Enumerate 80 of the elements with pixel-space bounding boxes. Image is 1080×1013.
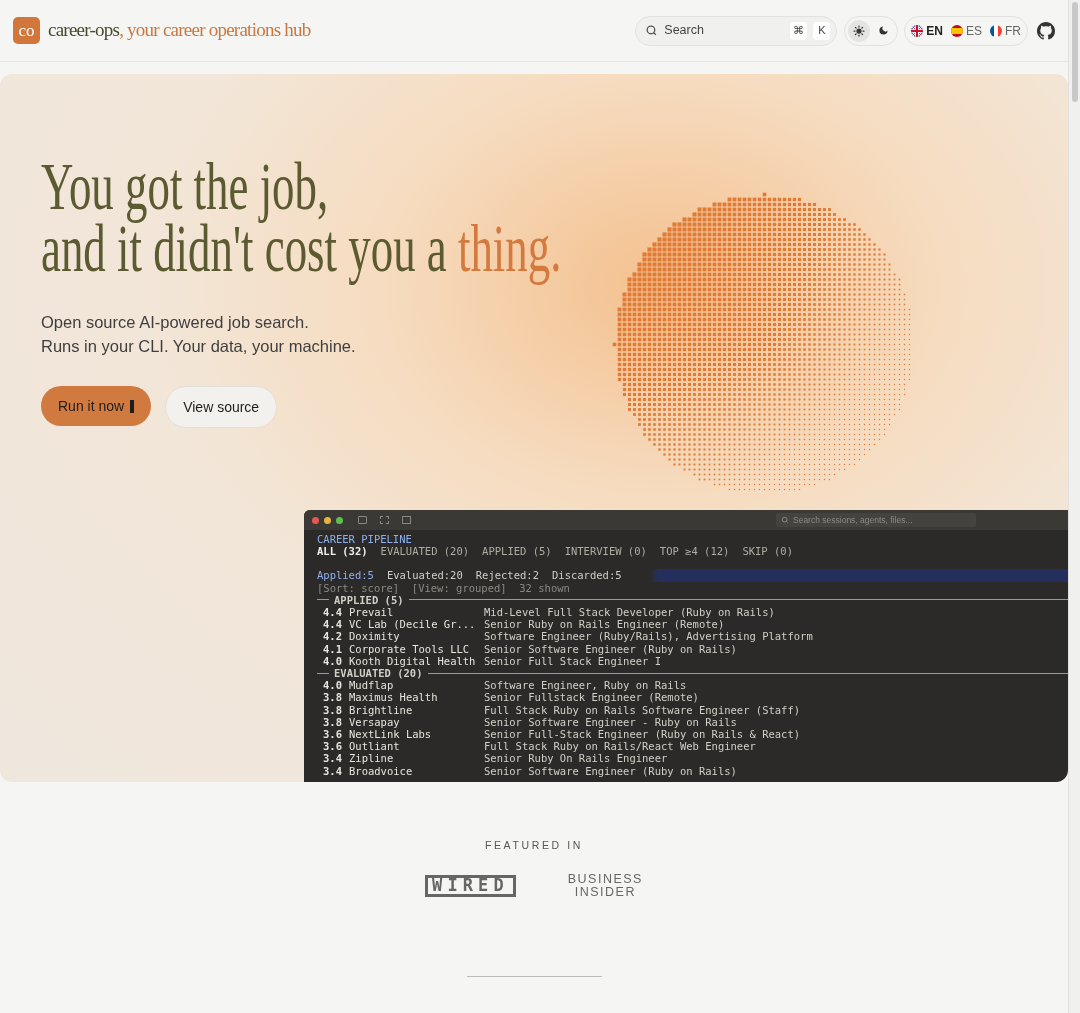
moon-icon (877, 25, 889, 36)
sidebar-icon[interactable] (358, 516, 367, 524)
search-icon (645, 24, 659, 37)
shortcut-key: ⌘ (790, 21, 808, 40)
shortcut-key: K (813, 21, 831, 40)
company-cell-text: Brightline (349, 703, 414, 716)
score-cell-text: 3.4 (323, 752, 343, 765)
score-cell-text: 4.0 (323, 679, 343, 692)
score-cell-text: 3.8 (323, 715, 343, 729)
sun-icon (853, 24, 866, 37)
company-cell-text: Maximus Health (349, 691, 439, 704)
github-icon[interactable] (1037, 21, 1055, 40)
subtitle: Runs in your CLI. Your data, your machine. (41, 336, 357, 357)
filter-tab[interactable]: SKIP (0) (742, 545, 793, 558)
role-cell: Senior Full Stack Engineer I (484, 654, 661, 668)
wired-logo: WIRED (425, 874, 516, 897)
filter-tab[interactable]: TOP ≥4 (12) (659, 545, 730, 558)
company-cell-text: NextLink Labs (349, 728, 433, 741)
company-cell-text: Doximity (349, 630, 401, 643)
role-cell: Senior Ruby on Rails Engineer (Remote) (484, 618, 725, 631)
role-cell: Full Stack Ruby on Rails/React Web Engineer (484, 740, 756, 753)
language-option[interactable]: ES (951, 21, 982, 40)
company-cell-text: Versapay (349, 715, 400, 729)
flag-icon (951, 24, 963, 37)
role-cell: Software Engineer, Ruby on Rails (484, 679, 687, 692)
flag-icon (990, 24, 1002, 37)
group-header: EVALUATED (20) (333, 667, 424, 680)
score-cell-text: 3.8 (323, 703, 343, 716)
score-cell-text: 4.4 (323, 618, 343, 631)
score-cell-text: 4.4 (323, 606, 343, 619)
sort-line: [Sort: score] [View: grouped] 32 shown (317, 581, 571, 594)
subtitle: Open source AI-powered job search. (41, 312, 310, 333)
company-cell-text: Kooth Digital Health (349, 654, 477, 668)
filter-tab[interactable]: EVALUATED (20) (380, 545, 470, 558)
score-cell-text: 3.6 (323, 740, 343, 753)
filter-tab[interactable]: ALL (32) (317, 545, 368, 558)
pipeline-title: CAREER PIPELINE (317, 533, 413, 546)
company-cell-text: Outliant (349, 740, 401, 753)
role-cell: Senior Full-Stack Engineer (Ruby on Rails & React) (484, 728, 801, 741)
company-cell-text: Corporate Tools LLC (349, 642, 471, 655)
score-cell-text: 3.4 (323, 764, 343, 777)
stat-label: Evaluated:20 (386, 569, 463, 582)
stat-label: Discarded:5 (552, 569, 622, 582)
site-title[interactable]: career-ops, your career operations hub (48, 16, 311, 45)
language-option[interactable]: FR (990, 21, 1021, 40)
score-cell-text: 4.0 (323, 654, 343, 668)
featured-heading: FEATURED IN (484, 838, 584, 853)
business-logo: BUSINESS INSIDER (567, 872, 643, 899)
language-option[interactable]: EN (911, 21, 943, 40)
score-cell-text: 3.6 (323, 728, 343, 741)
score-cell-text: 4.2 (323, 630, 343, 643)
cursor-icon (130, 399, 135, 413)
flag-icon (911, 24, 924, 37)
company-cell-text: VC Lab (Decile Gr... (349, 618, 477, 631)
filter-tab[interactable]: APPLIED (5) (482, 545, 552, 558)
company-cell-text: Prevail (349, 606, 395, 619)
run-button[interactable]: Run it now (41, 386, 152, 426)
role-cell: Senior Software Engineer - Ruby on Rails (484, 715, 737, 729)
group-header: APPLIED (5) (334, 593, 405, 606)
stat-label: Applied:5 (317, 569, 374, 582)
role-cell: Full Stack Ruby on Rails Software Engineer (Staff) (484, 703, 801, 716)
role-cell: Mid-Level Full Stack Developer (Ruby on Rails) (484, 606, 775, 619)
role-cell: Senior Fullstack Engineer (Remote) (484, 691, 699, 704)
search-input[interactable]: Search (664, 21, 785, 40)
stat-label: Rejected:2 (475, 569, 539, 582)
score-cell-text: 4.1 (323, 642, 343, 655)
view-source-button[interactable]: View source (165, 386, 278, 428)
score-cell-text: 3.8 (323, 691, 343, 704)
company-cell-text: Broadvoice (349, 764, 414, 777)
role-cell: Senior Ruby On Rails Engineer (484, 752, 668, 765)
filter-tab[interactable]: INTERVIEW (0) (564, 545, 647, 558)
company-cell-text: Mudflap (349, 679, 395, 692)
role-cell: Senior Software Engineer (Ruby on Rails) (484, 642, 737, 655)
theme-option[interactable] (848, 19, 871, 42)
company-cell-text: Zipline (349, 752, 395, 765)
role-cell: Software Engineer (Ruby/Rails), Advertising Platform (484, 630, 813, 643)
search-field[interactable]: Search ⌘ K (635, 15, 838, 46)
role-cell: Senior Software Engineer (Ruby on Rails) (484, 764, 737, 777)
search-icon (781, 516, 789, 524)
scrollbar[interactable] (1068, 0, 1080, 1013)
